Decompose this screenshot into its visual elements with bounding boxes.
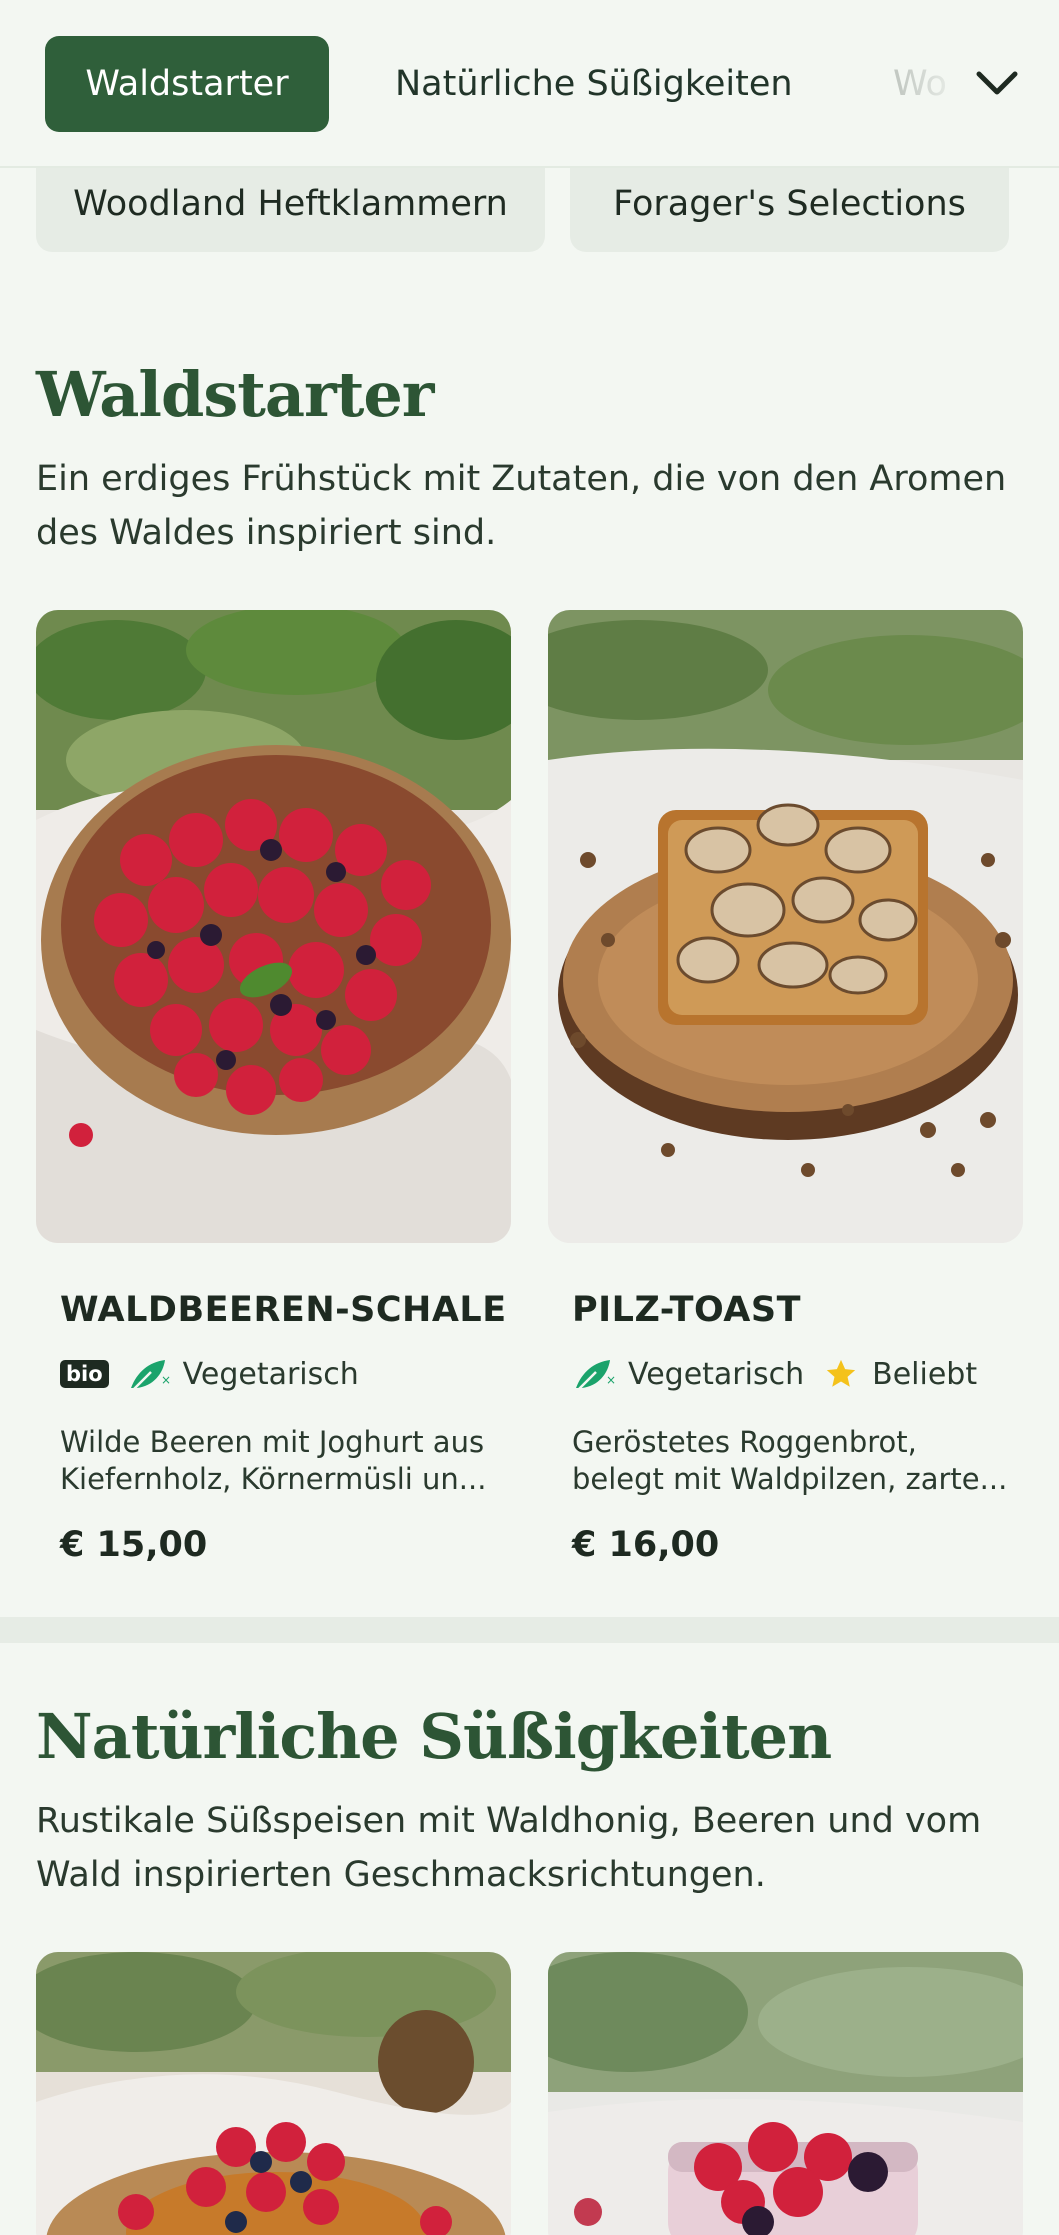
section-title-natuerliche-suessigkeiten: Natürliche Süßigkeiten <box>36 1700 832 1773</box>
nav-fade-overlay <box>899 30 969 138</box>
star-icon <box>826 1359 856 1387</box>
subcategory-foragers-selections[interactable]: Forager's Selections <box>570 168 1009 252</box>
section-description-waldstarter: Ein erdiges Frühstück mit Zutaten, die v… <box>36 459 1007 553</box>
item-tags: bio × Vegetarisch <box>60 1354 359 1394</box>
chevron-down-icon[interactable] <box>973 60 1021 108</box>
section-divider <box>0 1617 1059 1643</box>
popular-label: Beliebt <box>872 1356 978 1392</box>
item-price: € 16,00 <box>572 1525 720 1565</box>
svg-text:×: × <box>606 1373 616 1387</box>
vegetarian-leaf-icon: × <box>130 1360 171 1391</box>
item-tags: × Vegetarisch Beliebt <box>572 1354 977 1394</box>
bio-badge: bio <box>60 1360 109 1388</box>
mushroom-toast-image[interactable] <box>548 610 1023 1243</box>
category-nav: Waldstarter Natürliche Süßigkeiten Wo <box>0 0 1059 168</box>
tab-waldstarter[interactable]: Waldstarter <box>45 36 329 132</box>
berry-bowl-image[interactable] <box>36 610 511 1243</box>
subcategory-woodland-heftklammern[interactable]: Woodland Heftklammern <box>36 168 545 252</box>
tab-natuerliche-suessigkeiten[interactable]: Natürliche Süßigkeiten <box>395 36 793 132</box>
vegetarian-label: Vegetarisch <box>182 1356 359 1392</box>
item-price: € 15,00 <box>60 1525 208 1565</box>
item-description-line: Kiefernholz, Körnermüsli un... <box>60 1462 487 1496</box>
item-description: Geröstetes Roggenbrot, belegt mit Waldpi… <box>572 1424 1012 1498</box>
item-name-pilz-toast[interactable]: PILZ-TOAST <box>572 1290 801 1330</box>
svg-text:×: × <box>161 1373 171 1387</box>
berry-jar-image[interactable] <box>548 1952 1023 2235</box>
item-description-line: Wilde Beeren mit Joghurt aus <box>60 1425 485 1459</box>
item-description-line: belegt mit Waldpilzen, zarte... <box>572 1462 1008 1496</box>
pancake-image[interactable] <box>36 1952 511 2235</box>
vegetarian-leaf-icon: × <box>576 1360 616 1391</box>
item-description-line: Geröstetes Roggenbrot, <box>572 1425 917 1459</box>
section-description-natuerliche-suessigkeiten: Rustikale Süßspeisen mit Waldhonig, Beer… <box>36 1801 982 1895</box>
item-description: Wilde Beeren mit Joghurt aus Kiefernholz… <box>60 1424 500 1498</box>
vegetarian-label: Vegetarisch <box>628 1356 805 1392</box>
section-title-waldstarter: Waldstarter <box>36 358 434 431</box>
item-name-waldbeeren-schale[interactable]: WALDBEEREN-SCHALE <box>60 1290 507 1330</box>
